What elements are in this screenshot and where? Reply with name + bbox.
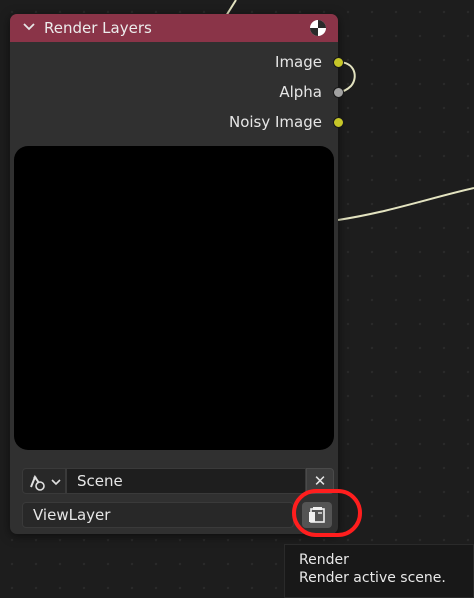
view-layer-dropdown[interactable]: ViewLayer — [22, 502, 294, 528]
output-socket-noisy-image[interactable] — [333, 117, 344, 128]
output-label-image: Image — [275, 53, 322, 71]
render-layers-node[interactable]: Render Layers Image Alpha Noisy Image Sc… — [10, 14, 362, 537]
wire-outgoing-right — [337, 187, 474, 221]
scene-type-button[interactable] — [22, 468, 66, 494]
render-preview — [14, 146, 334, 450]
output-label-alpha: Alpha — [279, 83, 322, 101]
output-label-noisy-image: Noisy Image — [228, 113, 322, 131]
scene-name-field[interactable]: Scene — [66, 468, 306, 494]
clear-scene-button[interactable]: ✕ — [306, 468, 334, 494]
output-image: Image — [275, 52, 344, 72]
render-icon — [309, 507, 325, 523]
scene-selector: Scene ✕ — [22, 468, 334, 494]
node-header[interactable]: Render Layers — [10, 14, 338, 42]
output-alpha: Alpha — [279, 82, 344, 102]
scene-type-icon — [30, 474, 61, 491]
output-socket-alpha[interactable] — [333, 87, 344, 98]
view-layer-row: ViewLayer — [22, 489, 362, 537]
output-noisy-image: Noisy Image — [228, 112, 344, 132]
node-title: Render Layers — [44, 19, 152, 37]
output-socket-image[interactable] — [333, 57, 344, 68]
tooltip-title: Render — [299, 552, 349, 568]
chevron-down-icon[interactable] — [22, 20, 36, 34]
render-button[interactable] — [302, 502, 332, 528]
tooltip: Render Render active scene. — [284, 544, 474, 598]
tooltip-description: Render active scene. — [299, 570, 446, 586]
render-layer-icon — [310, 20, 326, 36]
